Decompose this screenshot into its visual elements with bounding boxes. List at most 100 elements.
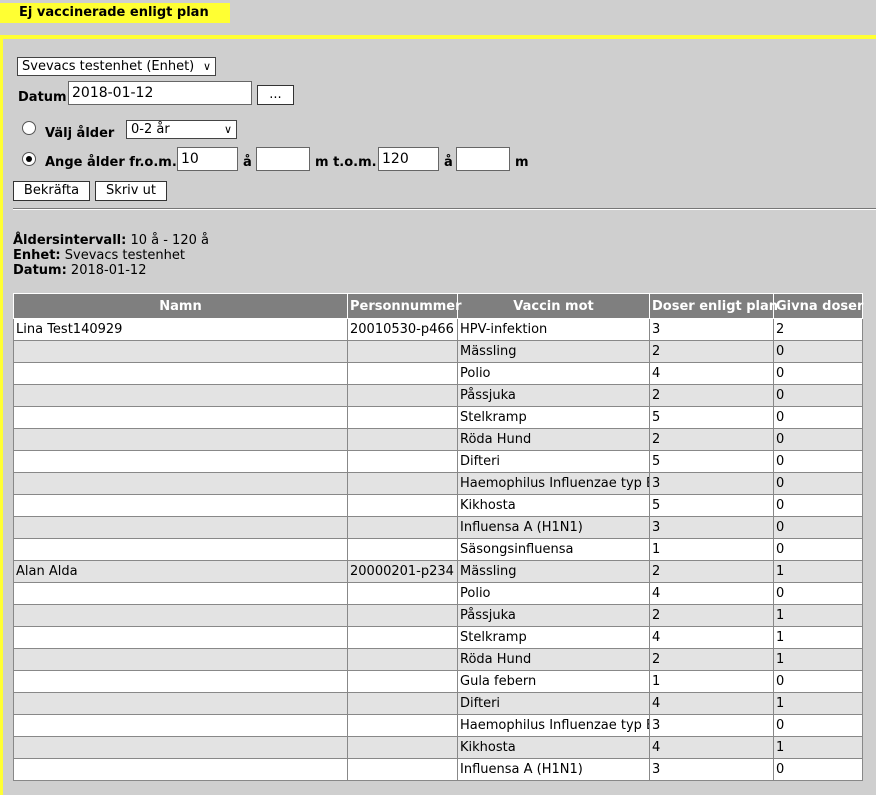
cell-vaccine: Mässling	[457, 340, 650, 363]
table-row: Difteri 5 0	[13, 450, 863, 473]
age-from-years-input[interactable]: 10	[177, 147, 238, 171]
cell-planned-doses: 4	[649, 582, 774, 605]
table-row: Påssjuka 2 0	[13, 384, 863, 407]
date-input[interactable]: 2018-01-12	[68, 81, 252, 105]
cell-name	[13, 758, 348, 781]
cell-name	[13, 340, 348, 363]
table-row: Kikhosta 5 0	[13, 494, 863, 517]
cell-given-doses: 0	[773, 406, 863, 429]
cell-name	[13, 538, 348, 561]
cell-personal-number	[347, 516, 458, 539]
chevron-down-icon: ∨	[223, 123, 232, 136]
age-to-months-input[interactable]	[456, 147, 510, 171]
cell-planned-doses: 4	[649, 692, 774, 715]
date-summary-value: 2018-01-12	[70, 263, 147, 278]
cell-name	[13, 450, 348, 473]
cell-personal-number	[347, 428, 458, 451]
unit-summary-value: Svevacs testenhet	[64, 248, 185, 263]
unit-select-value: Svevacs testenhet (Enhet)	[22, 59, 195, 74]
cell-name	[13, 670, 348, 693]
cell-planned-doses: 4	[649, 736, 774, 759]
cell-name	[13, 516, 348, 539]
cell-given-doses: 0	[773, 494, 863, 517]
months-to-label: m t.o.m.	[315, 155, 377, 170]
cell-name: Lina Test140929	[13, 318, 348, 341]
cell-vaccine: Difteri	[457, 450, 650, 473]
cell-given-doses: 0	[773, 670, 863, 693]
column-header-given-doses: Givna doser	[773, 293, 863, 319]
print-button[interactable]: Skriv ut	[95, 181, 167, 201]
unit-select[interactable]: Svevacs testenhet (Enhet) ∨	[17, 57, 216, 76]
date-summary-label: Datum:	[13, 263, 67, 278]
cell-given-doses: 0	[773, 362, 863, 385]
cell-personal-number	[347, 538, 458, 561]
cell-planned-doses: 3	[649, 472, 774, 495]
cell-vaccine: HPV-infektion	[457, 318, 650, 341]
results-table: Namn Personnummer Vaccin mot Doser enligt p…	[13, 293, 863, 781]
choose-age-radio[interactable]	[22, 121, 36, 135]
enter-age-radio[interactable]	[22, 152, 36, 166]
years-unit-label-2: å	[444, 155, 453, 170]
cell-vaccine: Polio	[457, 362, 650, 385]
table-row: Haemophilus Influenzae typ B30	[13, 714, 863, 737]
table-row: Röda Hund 2 0	[13, 428, 863, 451]
cell-personal-number	[347, 736, 458, 759]
cell-given-doses: 1	[773, 648, 863, 671]
cell-vaccine: Haemophilus Influenzae typ B	[457, 714, 650, 737]
column-header-personal-number: Personnummer	[347, 293, 462, 319]
table-row: Difteri 4 1	[13, 692, 863, 715]
cell-name: Alan Alda	[13, 560, 348, 583]
chevron-down-icon: ∨	[202, 60, 211, 73]
cell-given-doses: 0	[773, 538, 863, 561]
months-unit-label: m	[515, 155, 529, 170]
cell-vaccine: Kikhosta	[457, 736, 650, 759]
cell-personal-number	[347, 362, 458, 385]
age-select-value: 0-2 år	[131, 122, 170, 137]
cell-vaccine: Influensa A (H1N1)	[457, 516, 650, 539]
date-picker-button[interactable]: ...	[257, 85, 294, 105]
cell-name	[13, 692, 348, 715]
table-row: Kikhosta 4 1	[13, 736, 863, 759]
cell-given-doses: 0	[773, 384, 863, 407]
cell-planned-doses: 4	[649, 362, 774, 385]
cell-vaccine: Difteri	[457, 692, 650, 715]
age-from-months-input[interactable]	[256, 147, 310, 171]
cell-given-doses: 1	[773, 736, 863, 759]
cell-given-doses: 1	[773, 626, 863, 649]
cell-vaccine: Polio	[457, 582, 650, 605]
cell-planned-doses: 3	[649, 714, 774, 737]
cell-name	[13, 648, 348, 671]
cell-vaccine: Stelkramp	[457, 626, 650, 649]
age-to-years-input[interactable]: 120	[378, 147, 439, 171]
cell-name	[13, 714, 348, 737]
confirm-button[interactable]: Bekräfta	[13, 181, 90, 201]
cell-given-doses: 1	[773, 560, 863, 583]
cell-vaccine: Influensa A (H1N1)	[457, 758, 650, 781]
cell-planned-doses: 2	[649, 428, 774, 451]
cell-planned-doses: 2	[649, 340, 774, 363]
cell-given-doses: 1	[773, 604, 863, 627]
cell-planned-doses: 3	[649, 318, 774, 341]
column-header-name: Namn	[13, 293, 348, 319]
table-row: Haemophilus Influenzae typ B30	[13, 472, 863, 495]
cell-personal-number	[347, 758, 458, 781]
table-row: Stelkramp 4 1	[13, 626, 863, 649]
cell-personal-number	[347, 604, 458, 627]
unit-summary: Enhet: Svevacs testenhet	[13, 248, 185, 263]
cell-name	[13, 604, 348, 627]
date-summary: Datum: 2018-01-12	[13, 263, 146, 278]
cell-personal-number: 20000201-p234	[347, 560, 458, 583]
cell-name	[13, 406, 348, 429]
table-row: Alan Alda 20000201-p234 Mässling 2 1	[13, 560, 863, 583]
table-row: Lina Test140929 20010530-p466 HPV-infektio…	[13, 318, 863, 341]
age-select[interactable]: 0-2 år ∨	[126, 120, 237, 139]
cell-given-doses: 2	[773, 318, 863, 341]
cell-name	[13, 736, 348, 759]
cell-personal-number: 20010530-p466	[347, 318, 458, 341]
unit-summary-label: Enhet:	[13, 248, 61, 263]
table-row: Stelkramp 5 0	[13, 406, 863, 429]
table-row: Mässling 2 0	[13, 340, 863, 363]
cell-planned-doses: 5	[649, 450, 774, 473]
cell-personal-number	[347, 406, 458, 429]
cell-personal-number	[347, 626, 458, 649]
